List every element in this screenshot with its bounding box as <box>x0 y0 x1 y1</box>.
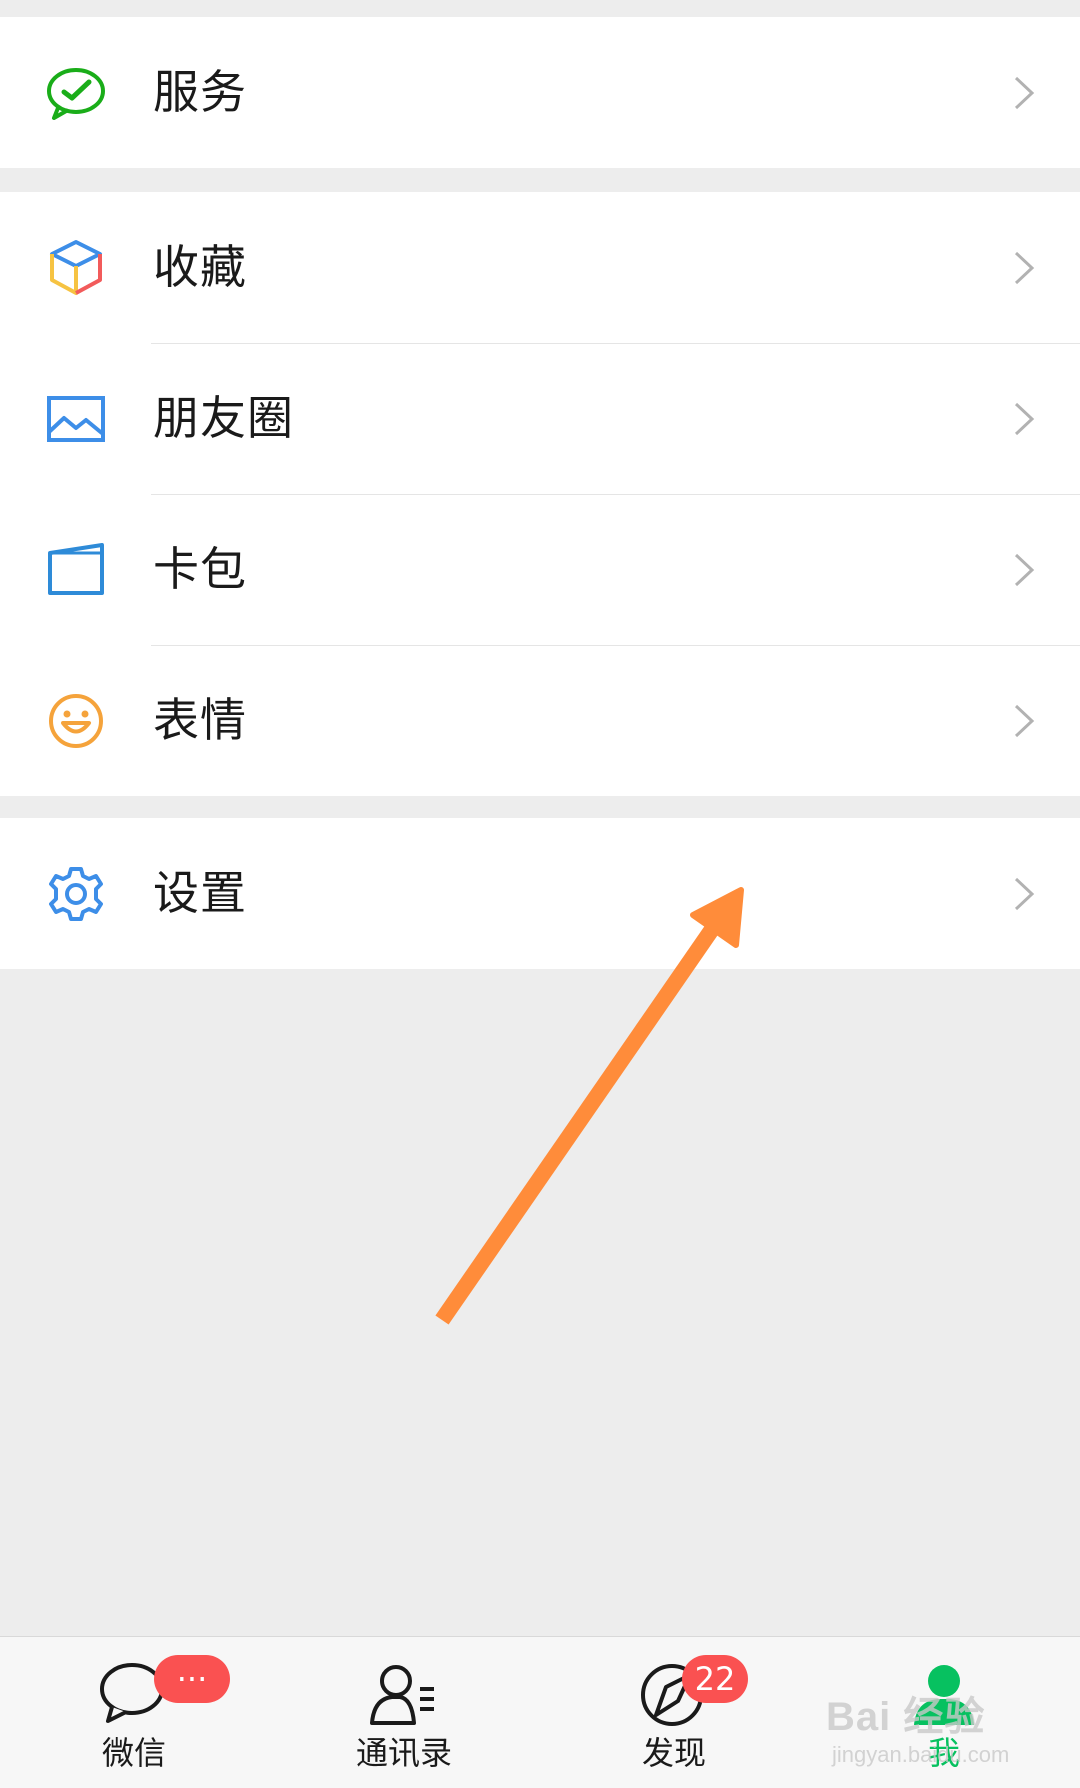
features-group: 收藏 朋友圈 卡包 表情 <box>0 192 1080 796</box>
tab-contacts[interactable]: 通讯录 <box>304 1637 504 1788</box>
stickers-row[interactable]: 表情 <box>0 645 1080 796</box>
smiley-icon <box>49 694 103 748</box>
watermark-logo: Bai 经验 jingyan.baidu.com <box>826 1660 1076 1780</box>
cards-row[interactable]: 卡包 <box>0 494 1080 645</box>
wallet-icon <box>48 543 104 595</box>
moments-label: 朋友圈 <box>153 391 294 445</box>
chevron-right-icon <box>1014 402 1035 436</box>
favorites-row[interactable]: 收藏 <box>0 192 1080 343</box>
stickers-label: 表情 <box>153 693 247 747</box>
gear-icon <box>49 867 103 921</box>
tab-chats-label: 微信 <box>101 1734 166 1772</box>
settings-group: 设置 <box>0 818 1080 969</box>
chevron-right-icon <box>1014 251 1035 285</box>
cube-icon <box>50 240 102 295</box>
tab-chats[interactable]: ··· 微信 <box>34 1637 234 1788</box>
settings-label: 设置 <box>153 866 247 920</box>
service-label: 服务 <box>153 65 247 119</box>
chevron-right-icon <box>1014 877 1035 911</box>
chevron-right-icon <box>1014 76 1035 110</box>
contacts-icon <box>370 1665 434 1725</box>
service-row[interactable]: 服务 <box>0 17 1080 168</box>
chats-badge: ··· <box>154 1655 230 1703</box>
tab-discover-label: 发现 <box>641 1734 706 1772</box>
tab-contacts-label: 通讯录 <box>355 1734 452 1772</box>
watermark-url: jingyan.baidu.com <box>832 1742 1010 1767</box>
settings-row[interactable]: 设置 <box>0 818 1080 969</box>
chevron-right-icon <box>1014 553 1035 587</box>
moments-row[interactable]: 朋友圈 <box>0 343 1080 494</box>
watermark-brand: Bai 经验 <box>826 1695 986 1739</box>
photo-icon <box>47 396 105 442</box>
tab-discover[interactable]: 22 发现 <box>574 1637 774 1788</box>
service-group: 服务 <box>0 17 1080 168</box>
discover-badge: 22 <box>682 1655 748 1703</box>
cards-label: 卡包 <box>153 542 247 596</box>
chevron-right-icon <box>1014 704 1035 738</box>
service-check-icon <box>47 68 105 120</box>
favorites-label: 收藏 <box>153 240 247 294</box>
